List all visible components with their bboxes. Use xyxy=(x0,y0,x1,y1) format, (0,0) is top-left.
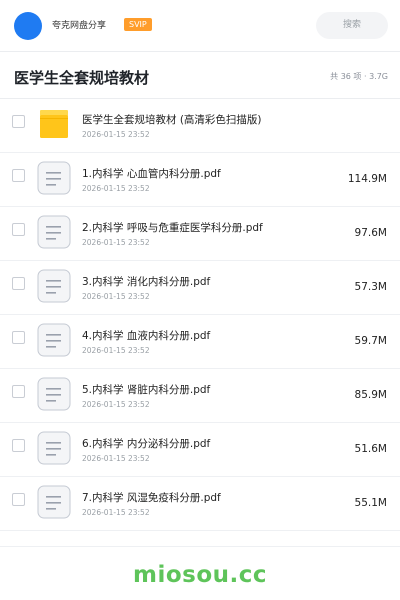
document-icon xyxy=(37,431,71,465)
select-checkbox[interactable] xyxy=(12,439,25,452)
file-date: 2026-01-15 23:52 xyxy=(82,238,150,247)
list-item[interactable]: 3.内科学 消化内科分册.pdf 2026-01-15 23:52 57.3M xyxy=(0,261,400,315)
file-date: 2026-01-15 23:52 xyxy=(82,400,150,409)
search-input[interactable]: 搜索 xyxy=(316,12,388,39)
file-name: 医学生全套规培教材 (高清彩色扫描版) xyxy=(82,114,262,126)
footer-divider xyxy=(0,546,400,547)
file-date: 2026-01-15 23:52 xyxy=(82,184,150,193)
file-size: 114.9M xyxy=(347,173,387,185)
document-icon xyxy=(37,323,71,357)
file-size: 55.1M xyxy=(354,497,387,509)
file-name: 1.内科学 心血管内科分册.pdf xyxy=(82,168,221,180)
document-icon xyxy=(37,215,71,249)
file-size: 57.3M xyxy=(354,281,387,293)
file-size: 59.7M xyxy=(354,335,387,347)
file-date: 2026-01-15 23:52 xyxy=(82,454,150,463)
select-checkbox[interactable] xyxy=(12,277,25,290)
file-name: 4.内科学 血液内科分册.pdf xyxy=(82,330,211,342)
file-date: 2026-01-15 23:52 xyxy=(82,346,150,355)
file-date: 2026-01-15 23:52 xyxy=(82,292,150,301)
select-checkbox[interactable] xyxy=(12,493,25,506)
file-name: 7.内科学 风湿免疫科分册.pdf xyxy=(82,492,221,504)
file-size: 51.6M xyxy=(354,443,387,455)
select-checkbox[interactable] xyxy=(12,169,25,182)
document-icon xyxy=(37,269,71,303)
file-list: 医学生全套规培教材 (高清彩色扫描版) 2026-01-15 23:52 1.内… xyxy=(0,99,400,531)
top-header: 夸克网盘分享 SVIP 搜索 xyxy=(0,0,400,50)
list-item[interactable]: 5.内科学 肾脏内科分册.pdf 2026-01-15 23:52 85.9M xyxy=(0,369,400,423)
document-icon xyxy=(37,161,71,195)
page-title: 医学生全套规培教材 xyxy=(14,69,150,87)
select-checkbox[interactable] xyxy=(12,115,25,128)
avatar[interactable] xyxy=(14,12,42,40)
select-checkbox[interactable] xyxy=(12,223,25,236)
list-item[interactable]: 6.内科学 内分泌科分册.pdf 2026-01-15 23:52 51.6M xyxy=(0,423,400,477)
select-checkbox[interactable] xyxy=(12,385,25,398)
file-name: 5.内科学 肾脏内科分册.pdf xyxy=(82,384,211,396)
list-item[interactable]: 4.内科学 血液内科分册.pdf 2026-01-15 23:52 59.7M xyxy=(0,315,400,369)
file-name: 2.内科学 呼吸与危重症医学科分册.pdf xyxy=(82,222,263,234)
list-item[interactable]: 2.内科学 呼吸与危重症医学科分册.pdf 2026-01-15 23:52 9… xyxy=(0,207,400,261)
select-checkbox[interactable] xyxy=(12,331,25,344)
folder-title-row: 医学生全套规培教材 共 36 项 · 3.7G xyxy=(0,52,400,98)
file-date: 2026-01-15 23:52 xyxy=(82,130,150,139)
document-icon xyxy=(37,485,71,519)
folder-summary: 共 36 项 · 3.7G xyxy=(330,72,388,81)
list-item[interactable]: 医学生全套规培教材 (高清彩色扫描版) 2026-01-15 23:52 xyxy=(0,99,400,153)
list-item[interactable]: 1.内科学 心血管内科分册.pdf 2026-01-15 23:52 114.9… xyxy=(0,153,400,207)
site-watermark: miosou.cc xyxy=(132,562,268,588)
file-name: 6.内科学 内分泌科分册.pdf xyxy=(82,438,211,450)
svip-badge: SVIP xyxy=(124,18,152,31)
file-size: 97.6M xyxy=(354,227,387,239)
document-icon xyxy=(37,377,71,411)
folder-icon xyxy=(40,110,68,138)
file-size: 85.9M xyxy=(354,389,387,401)
file-name: 3.内科学 消化内科分册.pdf xyxy=(82,276,211,288)
app-name: 夸克网盘分享 xyxy=(52,21,107,31)
list-item[interactable]: 7.内科学 风湿免疫科分册.pdf 2026-01-15 23:52 55.1M xyxy=(0,477,400,531)
file-date: 2026-01-15 23:52 xyxy=(82,508,150,517)
